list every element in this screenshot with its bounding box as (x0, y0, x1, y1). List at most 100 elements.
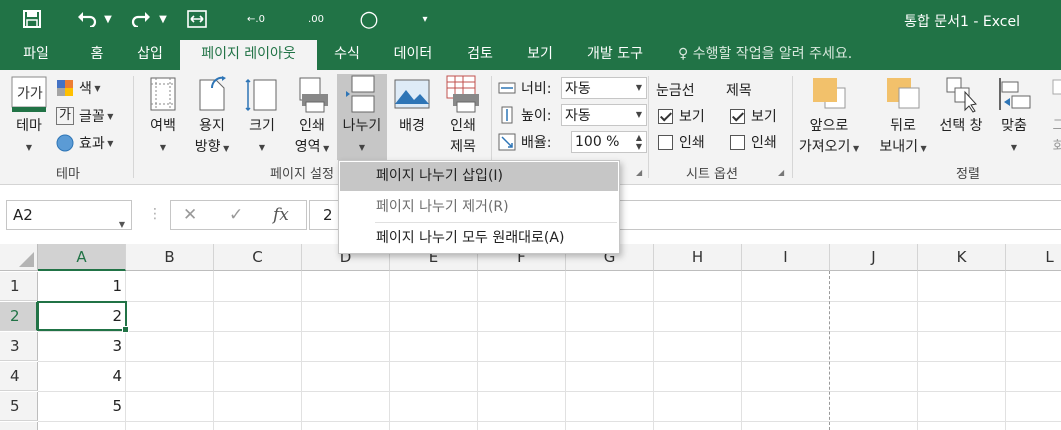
theme-colors-button[interactable]: 색 ▼ (56, 76, 101, 100)
gridlines-print-label: 인쇄 (679, 135, 705, 151)
save-icon[interactable] (18, 6, 46, 32)
row-header[interactable]: 6 (0, 422, 38, 430)
column-header[interactable]: K (918, 244, 1006, 271)
selection-pane-label: 선택 창 (939, 118, 983, 134)
column-header[interactable]: A (38, 244, 126, 271)
menu-insert-page-break[interactable]: 페이지 나누기 삽입(I) (340, 162, 618, 191)
column-header[interactable]: I (742, 244, 830, 271)
row-header[interactable]: 4 (0, 362, 38, 391)
theme-effects-button[interactable]: 효과 ▼ (56, 131, 113, 155)
formula-buttons: ✕ ✓ fx (170, 200, 307, 230)
height-value: 자동 (565, 108, 591, 124)
orientation-label-2: 방향 (194, 139, 221, 155)
selection-pane-icon (941, 74, 981, 114)
scale-spinner[interactable]: 100 % ▲ ▼ (571, 131, 647, 153)
select-all-button[interactable] (0, 244, 38, 271)
background-icon (392, 74, 432, 114)
width-label: 너비: (521, 81, 552, 97)
group-label-arrange: 정렬 (956, 167, 980, 182)
column-header[interactable]: H (654, 244, 742, 271)
row-header[interactable]: 2 (0, 302, 38, 331)
gridlines-view-checkbox[interactable]: 보기 (658, 104, 705, 128)
orientation-icon (192, 74, 232, 114)
column-header[interactable]: L (1006, 244, 1061, 271)
increase-decimal-icon[interactable]: ←.0 (244, 6, 268, 32)
menu-remove-page-break[interactable]: 페이지 나누기 제거(R) (340, 193, 618, 222)
group-separator (792, 76, 793, 178)
sheet-options-dialog-launcher-icon[interactable]: ◢ (778, 168, 784, 177)
gridline (565, 271, 566, 430)
undo-dropdown-icon[interactable]: ▼ (101, 6, 115, 32)
headings-header: 제목 (726, 83, 752, 99)
customize-qat-icon[interactable]: ▾ (418, 6, 432, 32)
background-button[interactable]: 배경 (390, 74, 434, 137)
headings-view-label: 보기 (751, 109, 777, 125)
width-select[interactable]: 자동 ▼ (561, 77, 647, 99)
redo-icon[interactable] (128, 6, 154, 32)
tab-developer[interactable]: 개발 도구 (573, 40, 657, 70)
margins-button[interactable]: 여백 ▼ (140, 74, 186, 158)
scale-dialog-launcher-icon[interactable]: ◢ (636, 168, 642, 177)
theme-fonts-button[interactable]: 가 글꼴 ▼ (56, 104, 113, 128)
font-icon: 가 (56, 107, 74, 125)
row-header[interactable]: 5 (0, 392, 38, 421)
align-button[interactable]: 맞춤 ▼ (992, 74, 1036, 158)
cancel-icon[interactable]: ✕ (183, 205, 197, 225)
print-area-label-1: 인쇄 (299, 118, 325, 134)
autofit-icon[interactable] (184, 6, 210, 32)
headings-view-checkbox[interactable]: 보기 (730, 104, 777, 128)
tab-review[interactable]: 검토 (455, 40, 505, 70)
print-titles-button[interactable]: 인쇄 제목 (440, 74, 486, 158)
tab-view[interactable]: 보기 (515, 40, 565, 70)
tab-page-layout[interactable]: 페이지 레이아웃 (180, 40, 317, 70)
send-backward-label-1: 뒤로 (890, 118, 916, 134)
selection-pane-button[interactable]: 선택 창 (934, 74, 988, 137)
row-header[interactable]: 1 (0, 272, 38, 301)
row-header[interactable]: 3 (0, 332, 38, 361)
send-backward-button[interactable]: 뒤로 보내기 ▼ (872, 74, 934, 159)
tab-data[interactable]: 데이터 (383, 40, 443, 70)
tab-file[interactable]: 파일 (10, 40, 62, 70)
group-label-page-setup: 페이지 설정 (270, 167, 334, 182)
redo-dropdown-icon[interactable]: ▼ (156, 6, 170, 32)
formula-bar-grip-icon[interactable]: ⋮ (148, 206, 162, 222)
tell-me-box[interactable]: ♀ 수행할 작업을 알려 주세요. (678, 40, 852, 70)
scale-row: 배율: 100 % ▲ ▼ (498, 130, 647, 154)
insert-function-icon[interactable]: fx (273, 205, 289, 225)
bring-forward-button[interactable]: 앞으로 가져오기 ▼ (798, 74, 860, 159)
gridline (477, 271, 478, 430)
circle-icon[interactable]: ○ (356, 6, 382, 32)
name-box[interactable]: A2 ▼ (6, 200, 132, 230)
worksheet-grid: A B C D E F G H I J K L 1 2 3 4 5 6 1 2 … (0, 244, 1061, 430)
cell-a4[interactable]: 4 (38, 362, 126, 391)
gridline (653, 271, 654, 430)
cell-a3[interactable]: 3 (38, 332, 126, 361)
headings-print-checkbox[interactable]: 인쇄 (730, 130, 777, 154)
column-header[interactable]: C (214, 244, 302, 271)
tab-home[interactable]: 홈 (77, 40, 117, 70)
undo-icon[interactable] (74, 6, 100, 32)
column-header[interactable]: B (126, 244, 214, 271)
decrease-decimal-icon[interactable]: .00 (304, 6, 328, 32)
scale-label: 배율: (521, 135, 552, 151)
print-area-button[interactable]: 인쇄 영역 ▼ (288, 74, 336, 159)
breaks-button[interactable]: 나누기 ▼ (337, 74, 387, 160)
breaks-dropdown-menu: 페이지 나누기 삽입(I) 페이지 나누기 제거(R) 페이지 나누기 모두 원… (338, 160, 620, 254)
menu-reset-all-page-breaks[interactable]: 페이지 나누기 모두 원래대로(A) (340, 224, 618, 253)
gridlines-header: 눈금선 (656, 83, 695, 99)
height-select[interactable]: 자동 ▼ (561, 104, 647, 126)
cell-a1[interactable]: 1 (38, 272, 126, 301)
enter-icon[interactable]: ✓ (229, 205, 243, 225)
size-button[interactable]: 크기 ▼ (240, 74, 284, 158)
column-header[interactable]: J (830, 244, 918, 271)
orientation-button[interactable]: 용지 방향 ▼ (188, 74, 236, 159)
group-button-partial[interactable]: 그 회 (1044, 74, 1061, 158)
tab-insert[interactable]: 삽입 (125, 40, 175, 70)
themes-button[interactable]: 가가 테마 ▼ (6, 74, 52, 158)
print-area-icon (292, 74, 332, 114)
gridline (38, 331, 1061, 332)
print-area-label-2: 영역 (294, 139, 321, 155)
gridlines-print-checkbox[interactable]: 인쇄 (658, 130, 705, 154)
tab-formulas[interactable]: 수식 (322, 40, 372, 70)
cell-a5[interactable]: 5 (38, 392, 126, 421)
